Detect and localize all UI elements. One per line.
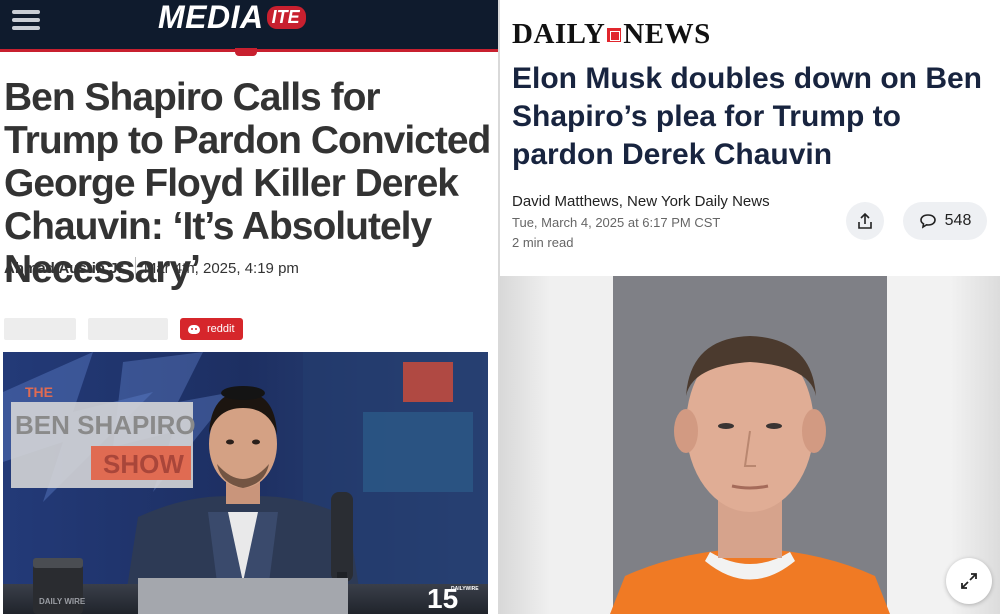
featured-video-still[interactable]: THE BEN SHAPIRO SHOW DAILY WIRE 15 DAILY…: [3, 352, 488, 614]
read-time: 2 min read: [512, 235, 574, 250]
share-button[interactable]: [846, 202, 884, 240]
reddit-label: reddit: [207, 323, 235, 335]
hamburger-menu-icon[interactable]: [12, 6, 46, 34]
comments-count: 548: [944, 212, 972, 229]
logo-pill: ITE: [266, 5, 306, 29]
share-icon: [858, 212, 872, 229]
reddit-icon: [188, 324, 200, 334]
publish-date: Tue, March 4, 2025 at 6:17 PM CST: [512, 215, 721, 230]
mediaite-panel: MEDIA ITE Ben Shapiro Calls for Trump to…: [0, 0, 498, 614]
header-tab-indicator: [235, 48, 257, 56]
expand-image-button[interactable]: [946, 558, 992, 604]
share-button-placeholder[interactable]: [4, 318, 76, 340]
mediaite-header: MEDIA ITE: [0, 0, 498, 56]
daily-news-logo[interactable]: DAILY NEWS: [512, 18, 711, 51]
byline-divider: [134, 257, 136, 279]
expand-icon: [961, 573, 977, 589]
logo-right-text: NEWS: [623, 18, 711, 50]
mugshot-photo[interactable]: [500, 276, 1000, 614]
video-watermark-sub: DAILYWIRE: [451, 586, 479, 592]
byline: Ahmad Austin Jr. Mar 4th, 2025, 4:19 pm: [4, 257, 299, 279]
share-button-placeholder[interactable]: [88, 318, 168, 340]
publish-date: Mar 4th, 2025, 4:19 pm: [143, 259, 299, 277]
mug-text: DAILY WIRE: [39, 597, 86, 606]
logo-left-text: DAILY: [512, 18, 606, 50]
logo-text: MEDIA: [158, 0, 264, 35]
daily-news-panel: DAILY NEWS Elon Musk doubles down on Ben…: [500, 0, 1000, 614]
share-bar: reddit: [4, 318, 243, 340]
logo-box-icon: [607, 27, 622, 42]
mugshot-image: [610, 276, 890, 614]
author-name[interactable]: David Matthews, New York Daily News: [512, 193, 770, 210]
comments-button[interactable]: 548: [903, 202, 987, 240]
comment-icon: [919, 214, 936, 229]
show-logo-line2: BEN SHAPIRO: [15, 410, 196, 440]
reddit-share-button[interactable]: reddit: [180, 318, 243, 340]
author-link[interactable]: Ahmad Austin Jr.: [4, 260, 127, 277]
show-logo-line3: SHOW: [103, 449, 184, 479]
studio-scene-image: THE BEN SHAPIRO SHOW DAILY WIRE 15 DAILY…: [3, 352, 488, 614]
mediaite-logo[interactable]: MEDIA ITE: [158, 0, 306, 35]
show-logo-line1: THE: [25, 384, 53, 400]
article-headline: Elon Musk doubles down on Ben Shapiro’s …: [512, 62, 982, 171]
mug: DAILY WIRE: [33, 558, 86, 614]
